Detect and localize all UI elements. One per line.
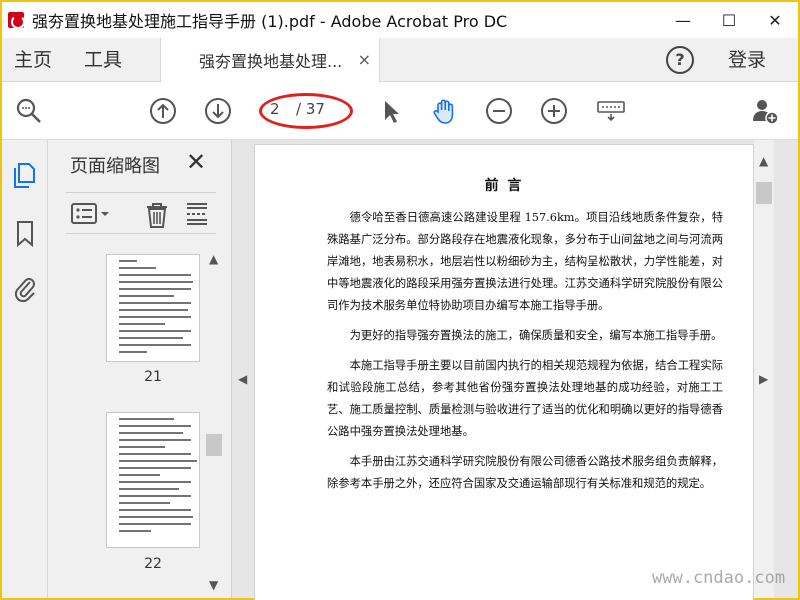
- acrobat-icon: [8, 12, 25, 29]
- panel-scroll-thumb[interactable]: [206, 434, 222, 456]
- help-icon[interactable]: ?: [666, 46, 694, 74]
- tab-bar: 主页 工具 强夯置换地基处理... × ? 登录: [2, 38, 798, 82]
- document-viewer: ◀ 前 言 德令哈至香日德高速公路建设里程 157.6km。项目沿线地质条件复杂…: [232, 140, 798, 600]
- thumbnail-label: 22: [144, 556, 162, 572]
- tab-tools[interactable]: 工具: [84, 38, 122, 82]
- scroll-up-arrow[interactable]: ▲: [759, 154, 768, 168]
- attachments-icon[interactable]: [12, 274, 38, 304]
- keyboard-toggle-icon[interactable]: [596, 96, 626, 126]
- zoom-out-icon[interactable]: [484, 96, 514, 126]
- previous-page-icon[interactable]: [148, 96, 178, 126]
- options-menu-icon[interactable]: [70, 201, 118, 227]
- tab-document[interactable]: 强夯置换地基处理... ×: [160, 38, 380, 82]
- login-button[interactable]: 登录: [728, 38, 766, 82]
- document-scroll-thumb[interactable]: [756, 182, 772, 204]
- tab-close-button[interactable]: ×: [358, 50, 371, 69]
- thumbnail-page-22[interactable]: [106, 412, 200, 548]
- select-cursor-icon[interactable]: [376, 96, 406, 126]
- paragraph: 德令哈至香日德高速公路建设里程 157.6km。项目沿线地质条件复杂，特殊路基广…: [327, 211, 723, 312]
- zoom-in-icon[interactable]: [539, 96, 569, 126]
- tab-home[interactable]: 主页: [14, 38, 52, 82]
- pdf-page: 前 言 德令哈至香日德高速公路建设里程 157.6km。项目沿线地质条件复杂，特…: [254, 144, 754, 600]
- expand-right-arrow[interactable]: ▶: [759, 372, 768, 386]
- left-rail: [2, 140, 48, 598]
- watermark: www.cndao.com: [652, 568, 786, 588]
- window-controls: — ☐ ✕: [660, 2, 798, 38]
- delete-icon[interactable]: [144, 201, 170, 229]
- toolbar: 2 / 37: [2, 82, 798, 140]
- zoom-search-icon[interactable]: [14, 96, 44, 126]
- document-scrollbar[interactable]: ▲ ▶: [754, 140, 774, 598]
- minimize-button[interactable]: —: [660, 2, 706, 38]
- page-extract-icon[interactable]: [184, 201, 210, 229]
- thumbnail-page-21[interactable]: [106, 254, 200, 362]
- panel-scrollbar[interactable]: ▲ ▼: [204, 252, 224, 598]
- title-bar: 强夯置换地基处理施工指导手册 (1).pdf - Adobe Acrobat P…: [2, 2, 798, 38]
- paragraph: 本施工指导手册主要以目前国内执行的相关规范规程为依据，结合工程实际和试验段施工总…: [327, 359, 723, 438]
- page-thumbnails-icon[interactable]: [12, 160, 38, 190]
- document-heading: 前 言: [484, 178, 524, 194]
- close-button[interactable]: ✕: [752, 2, 798, 38]
- maximize-button[interactable]: ☐: [706, 2, 752, 38]
- scroll-up-arrow[interactable]: ▲: [209, 252, 218, 266]
- panel-title: 页面缩略图: [70, 156, 160, 177]
- bookmarks-icon[interactable]: [12, 218, 38, 248]
- paragraph: 本手册由江苏交通科学研究院股份有限公司德香公路技术服务组负责解释，除参考本手册之…: [327, 455, 723, 490]
- next-page-icon[interactable]: [203, 96, 233, 126]
- panel-toolbar: [66, 192, 216, 234]
- paragraph: 为更好的指导强夯置换法的施工，确保质量和安全，编写本施工指导手册。: [349, 329, 723, 342]
- scroll-down-arrow[interactable]: ▼: [209, 578, 218, 592]
- panel-close-button[interactable]: ✕: [186, 148, 206, 176]
- annotation-circle: [259, 93, 353, 129]
- tab-document-label: 强夯置换地基处理...: [199, 52, 343, 71]
- document-body: 德令哈至香日德高速公路建设里程 157.6km。项目沿线地质条件复杂，特殊路基广…: [327, 207, 723, 503]
- window-title: 强夯置换地基处理施工指导手册 (1).pdf - Adobe Acrobat P…: [32, 12, 508, 31]
- hand-tool-icon[interactable]: [430, 96, 460, 126]
- add-user-icon[interactable]: [750, 96, 780, 126]
- thumbnail-label: 21: [144, 369, 162, 385]
- collapse-left-arrow[interactable]: ◀: [238, 372, 247, 386]
